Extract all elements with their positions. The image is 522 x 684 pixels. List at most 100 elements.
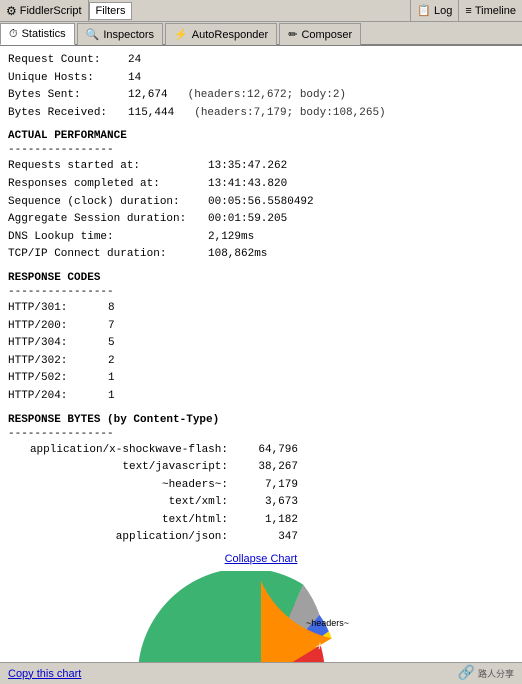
bytes-value-1: 38,267 <box>228 459 298 477</box>
bytes-row-2: ~headers~: 7,179 <box>8 477 514 495</box>
bytes-received-extra: (headers:7,179; body:108,265) <box>194 105 385 123</box>
http-label-2: HTTP/304: <box>8 335 108 353</box>
watermark-text: 路人分享 <box>478 667 514 680</box>
unique-hosts-row: Unique Hosts: 14 <box>8 70 514 88</box>
actual-performance-section: ACTUAL PERFORMANCE ---------------- Requ… <box>8 130 514 264</box>
response-codes-divider: ---------------- <box>8 286 514 298</box>
bytes-sent-extra: (headers:12,672; body:2) <box>188 87 346 105</box>
request-count-row: Request Count: 24 <box>8 52 514 70</box>
http-row-0: HTTP/301: 8 <box>8 300 514 318</box>
bytes-label-4: text/html: <box>8 512 228 530</box>
statistics-label: Statistics <box>22 28 66 40</box>
perf-value-5: 108,862ms <box>208 246 267 264</box>
log-label: Log <box>434 5 452 17</box>
perf-value-1: 13:41:43.820 <box>208 176 287 194</box>
composer-label: Composer <box>301 29 352 41</box>
bytes-received-label: Bytes Received: <box>8 105 128 123</box>
statistics-icon: ⏱ <box>9 28 18 41</box>
http-label-0: HTTP/301: <box>8 300 108 318</box>
http-value-4: 1 <box>108 370 115 388</box>
tab-composer[interactable]: ✏ Composer <box>279 23 361 45</box>
chart-label-headers: ~headers~ <box>306 618 349 628</box>
http-value-2: 5 <box>108 335 115 353</box>
actual-performance-divider: ---------------- <box>8 144 514 156</box>
timeline-tab[interactable]: ≡ Timeline <box>459 0 522 21</box>
http-label-1: HTTP/200: <box>8 318 108 336</box>
content-area: Request Count: 24 Unique Hosts: 14 Bytes… <box>0 46 522 684</box>
collapse-chart-container: Collapse Chart <box>8 553 514 565</box>
bytes-label-3: text/xml: <box>8 494 228 512</box>
fiddlerscript-icon: ⚙ <box>6 4 17 18</box>
bytes-received-value: 115,444 <box>128 105 174 123</box>
bytes-sent-label: Bytes Sent: <box>8 87 128 105</box>
collapse-chart-link[interactable]: Collapse Chart <box>8 553 514 565</box>
perf-value-2: 00:05:56.5580492 <box>208 194 314 212</box>
unique-hosts-value: 14 <box>128 70 141 88</box>
perf-row-5: TCP/IP Connect duration: 108,862ms <box>8 246 514 264</box>
bytes-row-3: text/xml: 3,673 <box>8 494 514 512</box>
copy-chart-link[interactable]: Copy this chart <box>8 668 81 680</box>
bytes-label-5: application/json: <box>8 529 228 547</box>
request-count-label: Request Count: <box>8 52 128 70</box>
autoresponder-icon: ⚡ <box>174 28 188 41</box>
response-bytes-section: RESPONSE BYTES (by Content-Type) -------… <box>8 414 514 548</box>
fiddlerscript-label: FiddlerScript <box>20 5 82 17</box>
http-value-5: 1 <box>108 388 115 406</box>
timeline-label: Timeline <box>475 5 516 17</box>
bytes-value-5: 347 <box>228 529 298 547</box>
perf-label-5: TCP/IP Connect duration: <box>8 246 208 264</box>
response-bytes-divider: ---------------- <box>8 428 514 440</box>
perf-row-1: Responses completed at: 13:41:43.820 <box>8 176 514 194</box>
http-row-4: HTTP/502: 1 <box>8 370 514 388</box>
http-label-4: HTTP/502: <box>8 370 108 388</box>
perf-value-0: 13:35:47.262 <box>208 158 287 176</box>
perf-label-3: Aggregate Session duration: <box>8 211 208 229</box>
bytes-label-2: ~headers~: <box>8 477 228 495</box>
perf-value-3: 00:01:59.205 <box>208 211 287 229</box>
perf-row-0: Requests started at: 13:35:47.262 <box>8 158 514 176</box>
unique-hosts-label: Unique Hosts: <box>8 70 128 88</box>
perf-row-4: DNS Lookup time: 2,129ms <box>8 229 514 247</box>
fiddlerscript-menu[interactable]: ⚙ FiddlerScript <box>0 0 89 21</box>
perf-row-3: Aggregate Session duration: 00:01:59.205 <box>8 211 514 229</box>
bytes-row-5: application/json: 347 <box>8 529 514 547</box>
bytes-sent-value: 12,674 <box>128 87 168 105</box>
http-row-3: HTTP/302: 2 <box>8 353 514 371</box>
log-icon: 📋 <box>417 4 431 17</box>
filters-label: Filters <box>96 5 126 17</box>
tab-autoresponder[interactable]: ⚡ AutoResponder <box>165 23 277 45</box>
perf-label-0: Requests started at: <box>8 158 208 176</box>
watermark-icon: 🔗 <box>458 665 475 682</box>
tab-inspectors[interactable]: 🔍 Inspectors <box>77 23 163 45</box>
tab-statistics[interactable]: ⏱ Statistics <box>0 23 75 45</box>
bytes-value-2: 7,179 <box>228 477 298 495</box>
perf-label-2: Sequence (clock) duration: <box>8 194 208 212</box>
perf-value-4: 2,129ms <box>208 229 254 247</box>
perf-label-1: Responses completed at: <box>8 176 208 194</box>
autoresponder-label: AutoResponder <box>192 29 268 41</box>
bytes-received-row: Bytes Received: 115,444 (headers:7,179; … <box>8 105 514 123</box>
timeline-icon: ≡ <box>465 5 471 17</box>
log-tab[interactable]: 📋 Log <box>410 0 459 21</box>
bytes-value-4: 1,182 <box>228 512 298 530</box>
http-row-1: HTTP/200: 7 <box>8 318 514 336</box>
perf-label-4: DNS Lookup time: <box>8 229 208 247</box>
http-value-3: 2 <box>108 353 115 371</box>
http-row-2: HTTP/304: 5 <box>8 335 514 353</box>
response-bytes-header: RESPONSE BYTES (by Content-Type) <box>8 414 514 426</box>
inspectors-label: Inspectors <box>103 29 154 41</box>
bytes-label-1: text/javascript: <box>8 459 228 477</box>
http-value-1: 7 <box>108 318 115 336</box>
bytes-row-1: text/javascript: 38,267 <box>8 459 514 477</box>
composer-icon: ✏ <box>288 28 297 41</box>
response-codes-section: RESPONSE CODES ---------------- HTTP/301… <box>8 272 514 406</box>
bytes-sent-row: Bytes Sent: 12,674 (headers:12,672; body… <box>8 87 514 105</box>
bytes-value-0: 64,796 <box>228 442 298 460</box>
inspectors-icon: 🔍 <box>86 28 100 41</box>
http-value-0: 8 <box>108 300 115 318</box>
http-label-5: HTTP/204: <box>8 388 108 406</box>
filters-tab[interactable]: Filters <box>89 2 133 20</box>
http-label-3: HTTP/302: <box>8 353 108 371</box>
http-row-5: HTTP/204: 1 <box>8 388 514 406</box>
response-codes-header: RESPONSE CODES <box>8 272 514 284</box>
